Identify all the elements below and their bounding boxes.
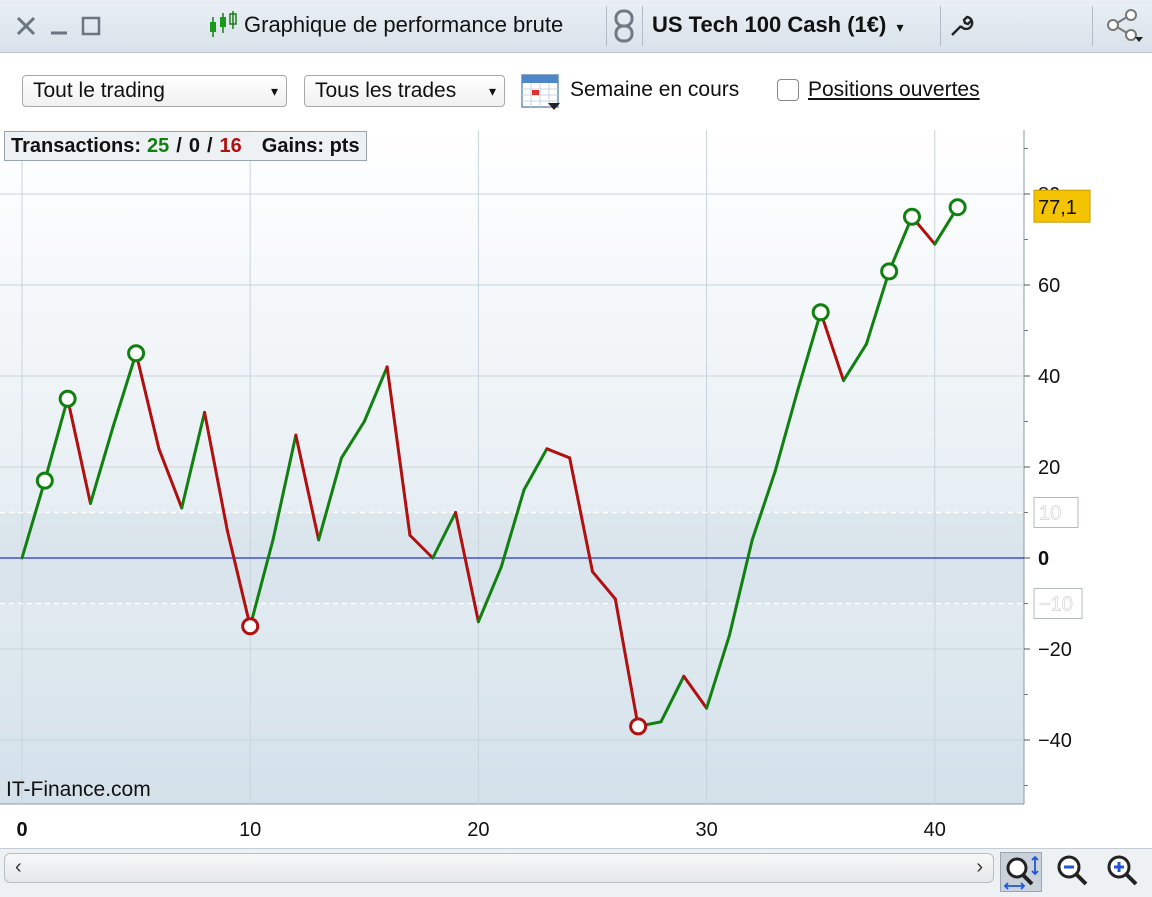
last-value-label: 77,1 (1038, 197, 1077, 219)
maximize-icon[interactable] (78, 10, 104, 42)
chevron-down-icon: ▾ (270, 83, 278, 99)
trade-marker (127, 344, 146, 363)
trades-select[interactable]: Tous les trades ▾ (304, 75, 505, 107)
trade-marker (880, 262, 899, 281)
wrench-icon[interactable] (944, 10, 978, 42)
x-tick-label: 40 (924, 819, 946, 841)
y-tick-label: 40 (1038, 366, 1060, 388)
trade-marker (629, 717, 648, 736)
title-bar: Graphique de performance brute US Tech 1… (0, 0, 1152, 53)
trade-marker (811, 303, 830, 322)
link-icon[interactable] (610, 9, 638, 43)
candlestick-icon (206, 10, 240, 42)
minimize-icon[interactable] (46, 10, 72, 42)
y-tick-label: 20 (1038, 457, 1060, 479)
trade-marker (35, 471, 54, 490)
open-positions-label[interactable]: Positions ouvertes (808, 78, 980, 102)
band-value-label: −10 (1039, 594, 1073, 616)
scroll-right-button[interactable]: › (976, 856, 983, 879)
trades-select-value: Tous les trades (315, 79, 457, 102)
trade-marker (241, 617, 260, 636)
watermark: IT-Finance.com (6, 778, 151, 801)
trade-marker (902, 207, 921, 226)
zoom-fit-icon[interactable] (1000, 852, 1042, 892)
trade-marker (948, 198, 967, 217)
even-count: 0 (188, 134, 200, 157)
filter-select[interactable]: Tout le trading ▾ (22, 75, 287, 107)
zoom-in-icon[interactable] (1102, 852, 1142, 890)
chevron-down-icon: ▾ (488, 83, 496, 99)
performance-chart[interactable]: 806040200−20−4010−1077,1010203040 (0, 130, 1152, 850)
chart-svg: 806040200−20−4010−1077,1010203040 (0, 130, 1091, 841)
zoom-out-icon[interactable] (1052, 852, 1092, 890)
wins-count: 25 (147, 134, 170, 157)
period-label[interactable]: Semaine en cours (570, 78, 739, 102)
x-tick-label: 0 (16, 819, 27, 841)
x-tick-label: 10 (239, 819, 261, 841)
instrument-selector[interactable]: US Tech 100 Cash (1€) ▾ (652, 12, 904, 38)
y-tick-label: −40 (1038, 730, 1072, 752)
losses-count: 16 (219, 134, 242, 157)
open-positions-checkbox[interactable] (777, 79, 799, 101)
chevron-down-icon: ▾ (896, 19, 904, 35)
trade-marker (58, 389, 77, 408)
transactions-label: Transactions: (11, 134, 142, 157)
gains-label: Gains: pts (261, 134, 360, 157)
x-tick-label: 30 (695, 819, 717, 841)
y-tick-label: −20 (1038, 639, 1072, 661)
close-icon[interactable] (12, 10, 40, 42)
separator: / (206, 134, 213, 157)
separator: / (176, 134, 182, 157)
band-value-label: 10 (1039, 503, 1061, 525)
stats-box: Transactions: 25 / 0 / 16 Gains: pts (4, 131, 367, 161)
scroll-left-button[interactable]: ‹ (15, 856, 22, 879)
instrument-label: US Tech 100 Cash (1€) (652, 12, 887, 37)
x-tick-label: 20 (467, 819, 489, 841)
calendar-icon[interactable] (520, 71, 562, 111)
horizontal-scrollbar[interactable]: ‹ › (4, 853, 994, 883)
window-title: Graphique de performance brute (244, 12, 564, 37)
y-tick-label: 60 (1038, 275, 1060, 297)
filter-select-value: Tout le trading (33, 79, 165, 102)
share-icon[interactable] (1104, 9, 1146, 42)
y-tick-label: 0 (1038, 548, 1049, 570)
